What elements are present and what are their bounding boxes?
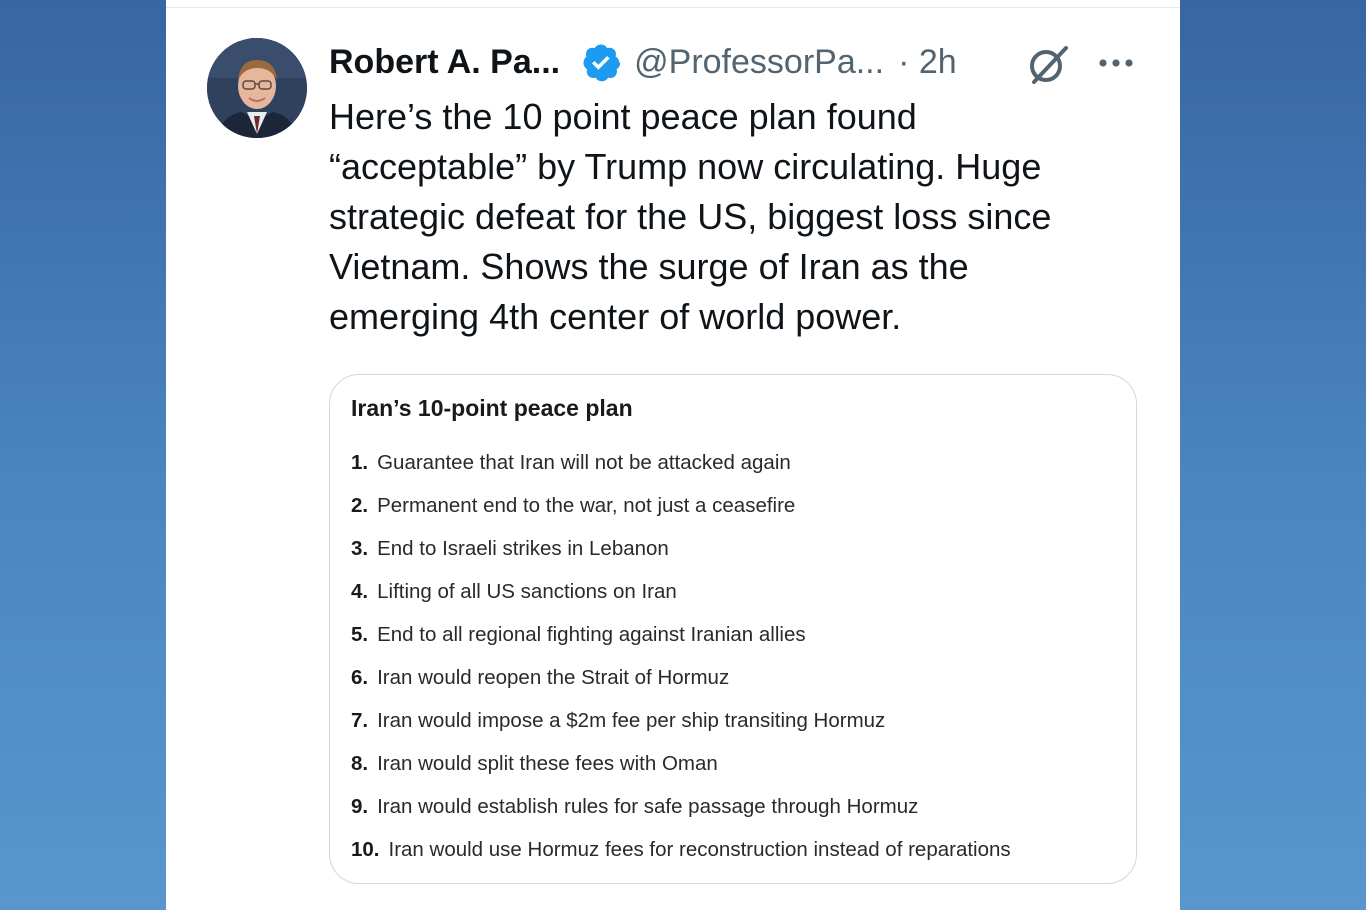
list-item: 5. End to all regional fighting against I… [351, 623, 1011, 666]
item-number: 6. [351, 666, 369, 689]
list-item: 6. Iran would reopen the Strait of Hormuz [351, 666, 1011, 709]
tweet-card: Robert A. Pa... @ProfessorPa... · 2h Her… [166, 0, 1180, 910]
item-number: 5. [351, 623, 369, 646]
peace-plan-list: 1. Guarantee that Iran will not be attack… [351, 451, 1011, 881]
item-text: Permanent end to the war, not just a cea… [377, 494, 796, 517]
tweet-body: Here’s the 10 point peace plan found “ac… [329, 92, 1149, 342]
list-item: 8. Iran would split these fees with Oman [351, 752, 1011, 795]
item-text: Iran would reopen the Strait of Hormuz [377, 666, 730, 689]
tweet-text-line: Vietnam. Shows the surge of Iran as the [329, 246, 969, 287]
avatar-portrait-icon [207, 38, 307, 138]
item-number: 1. [351, 451, 369, 474]
item-number: 9. [351, 795, 369, 818]
list-item: 7. Iran would impose a $2m fee per ship t… [351, 709, 1011, 752]
avatar[interactable] [207, 38, 307, 138]
item-text: Guarantee that Iran will not be attacked… [377, 451, 791, 474]
item-number: 8. [351, 752, 369, 775]
item-text: Iran would use Hormuz fees for reconstru… [388, 838, 1011, 861]
item-number: 2. [351, 494, 369, 517]
item-text: Iran would establish rules for safe pass… [377, 795, 919, 818]
tweet-text-line: strategic defeat for the US, biggest los… [329, 196, 1052, 237]
item-text: End to all regional fighting against Ira… [377, 623, 806, 646]
item-text: Iran would impose a $2m fee per ship tra… [377, 709, 886, 732]
author-name[interactable]: Robert A. Pa... [329, 43, 560, 82]
item-text: Lifting of all US sanctions on Iran [377, 580, 677, 603]
item-number: 10. [351, 838, 380, 861]
grok-icon[interactable] [1024, 40, 1072, 88]
tweet-header: Robert A. Pa... @ProfessorPa... · 2h [329, 36, 957, 88]
list-item: 10. Iran would use Hormuz fees for recons… [351, 838, 1011, 881]
tweet-text-line: Here’s the 10 point peace plan found [329, 96, 917, 137]
item-text: End to Israeli strikes in Lebanon [377, 537, 669, 560]
list-item: 2. Permanent end to the war, not just a c… [351, 494, 1011, 537]
list-item: 1. Guarantee that Iran will not be attack… [351, 451, 1011, 494]
tweet-media-image[interactable]: Iran’s 10-point peace plan 1. Guarantee t… [329, 374, 1137, 884]
divider [166, 7, 1180, 8]
verified-badge-icon[interactable] [580, 41, 622, 83]
list-item: 3. End to Israeli strikes in Lebanon [351, 537, 1011, 580]
tweet-text-line: emerging 4th center of world power. [329, 296, 902, 337]
more-options-icon[interactable] [1096, 52, 1136, 74]
item-number: 7. [351, 709, 369, 732]
item-number: 4. [351, 580, 369, 603]
item-text: Iran would split these fees with Oman [377, 752, 718, 775]
post-timestamp[interactable]: · 2h [898, 43, 957, 82]
author-handle[interactable]: @ProfessorPa... [634, 43, 884, 82]
tweet-text-line: “acceptable” by Trump now circulating. H… [329, 146, 1042, 187]
media-title: Iran’s 10-point peace plan [351, 395, 633, 421]
list-item: 9. Iran would establish rules for safe pa… [351, 795, 1011, 838]
list-item: 4. Lifting of all US sanctions on Iran [351, 580, 1011, 623]
item-number: 3. [351, 537, 369, 560]
